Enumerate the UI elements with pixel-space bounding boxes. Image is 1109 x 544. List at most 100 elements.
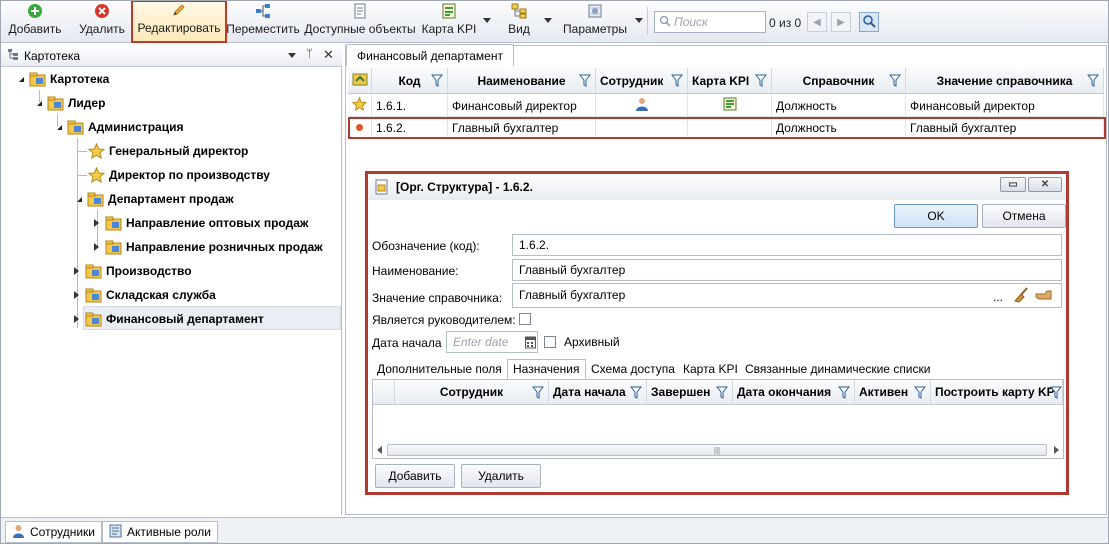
sub-grid-corner[interactable] bbox=[373, 380, 395, 405]
view-dropdown-icon[interactable] bbox=[544, 18, 552, 23]
table-cell-name[interactable]: Финансовый директор bbox=[448, 95, 596, 117]
column-header-employee[interactable]: Сотрудник bbox=[395, 380, 549, 405]
close-icon[interactable]: ✕ bbox=[323, 47, 334, 63]
tree-item-finance-department[interactable]: Финансовый департамент bbox=[71, 308, 264, 330]
filter-icon[interactable] bbox=[531, 386, 545, 399]
broom-icon[interactable] bbox=[1013, 287, 1031, 306]
expand-arrow-icon[interactable] bbox=[71, 314, 81, 324]
tree-item-warehouse[interactable]: Складская служба bbox=[71, 284, 216, 306]
column-header-employee[interactable]: Сотрудник bbox=[596, 68, 688, 94]
tree-item-general-director[interactable]: Генеральный директор bbox=[87, 140, 248, 162]
expand-arrow-icon[interactable] bbox=[91, 242, 101, 252]
tree-item-sales-department[interactable]: Департамент продаж bbox=[73, 188, 234, 210]
column-header-end-date[interactable]: Дата окончания bbox=[733, 380, 855, 405]
kpi-map-button[interactable]: Карта KPI bbox=[421, 3, 477, 39]
panel-menu-icon[interactable] bbox=[288, 53, 296, 58]
hand-pointer-icon[interactable] bbox=[1035, 288, 1053, 305]
delete-button[interactable]: Удалить bbox=[76, 3, 128, 39]
tab-kpi-map[interactable]: Карта KPI bbox=[678, 359, 743, 379]
archived-checkbox[interactable] bbox=[544, 336, 556, 348]
filter-icon[interactable] bbox=[913, 386, 927, 399]
filter-icon[interactable] bbox=[715, 386, 729, 399]
name-field[interactable]: Главный бухгалтер bbox=[512, 259, 1062, 281]
filter-icon[interactable] bbox=[888, 74, 902, 87]
pin-icon[interactable]: ᛘ bbox=[306, 48, 313, 60]
ref-ellipsis-button[interactable]: ... bbox=[993, 290, 1003, 304]
cancel-button[interactable]: Отмена bbox=[982, 204, 1066, 228]
add-assignment-button[interactable]: Добавить bbox=[375, 464, 455, 488]
add-button[interactable]: Добавить bbox=[7, 3, 63, 39]
dialog-title-bar[interactable]: [Орг. Структура] - 1.6.2. ▭ ✕ bbox=[368, 174, 1066, 200]
params-button[interactable]: Параметры bbox=[561, 3, 629, 39]
column-header-code[interactable]: Код bbox=[372, 68, 448, 94]
grid-corner[interactable] bbox=[348, 68, 372, 94]
table-cell-reference-value[interactable]: Финансовый директор bbox=[906, 95, 1104, 117]
expand-arrow-icon[interactable] bbox=[71, 266, 81, 276]
expand-arrow-icon[interactable] bbox=[91, 218, 101, 228]
tab-assignments[interactable]: Назначения bbox=[507, 359, 586, 379]
tab-linked-dynamic-lists[interactable]: Связанные динамические списки bbox=[740, 359, 935, 379]
tree-item-production[interactable]: Производство bbox=[71, 260, 192, 282]
next-result-button[interactable]: ▶ bbox=[831, 12, 851, 32]
table-cell-code[interactable]: 1.6.1. bbox=[372, 95, 448, 117]
tab-access-scheme[interactable]: Схема доступа bbox=[586, 359, 680, 379]
tree-item-leader[interactable]: Лидер bbox=[33, 92, 105, 114]
move-button[interactable]: Переместить bbox=[226, 3, 300, 39]
tab-additional-fields[interactable]: Дополнительные поля bbox=[372, 359, 507, 379]
column-header-kpi-map[interactable]: Карта KPI bbox=[688, 68, 772, 94]
is-head-checkbox[interactable] bbox=[519, 313, 531, 325]
collapse-arrow-icon[interactable] bbox=[73, 194, 83, 204]
search-button[interactable] bbox=[859, 12, 879, 32]
collapse-arrow-icon[interactable] bbox=[53, 122, 63, 132]
tree-item-kartoteka[interactable]: Картотека bbox=[15, 68, 109, 90]
tab-active-roles[interactable]: Активные роли bbox=[102, 521, 219, 543]
view-button[interactable]: Вид bbox=[501, 3, 537, 39]
ref-value-field[interactable]: Главный бухгалтер ... bbox=[512, 283, 1062, 308]
code-field[interactable]: 1.6.2. bbox=[512, 234, 1062, 256]
filter-icon[interactable] bbox=[754, 74, 768, 87]
collapse-arrow-icon[interactable] bbox=[15, 74, 25, 84]
ok-button[interactable]: OK bbox=[894, 204, 978, 228]
edit-button[interactable]: Редактировать bbox=[131, 1, 227, 43]
column-header-start-date[interactable]: Дата начала bbox=[549, 380, 647, 405]
tree-item-wholesale[interactable]: Направление оптовых продаж bbox=[91, 212, 308, 234]
tree-item-administration[interactable]: Администрация bbox=[53, 116, 183, 138]
tab-finance-department[interactable]: Финансовый департамент bbox=[346, 44, 514, 66]
column-header-name[interactable]: Наименование bbox=[448, 68, 596, 94]
available-objects-button[interactable]: Доступные объекты bbox=[303, 3, 417, 39]
filter-icon[interactable] bbox=[1086, 74, 1100, 87]
table-cell-employee[interactable] bbox=[596, 95, 688, 117]
start-date-field[interactable]: Enter date bbox=[446, 331, 538, 353]
filter-icon[interactable] bbox=[430, 74, 444, 87]
kpi-map-dropdown-icon[interactable] bbox=[483, 18, 491, 23]
params-dropdown-icon[interactable] bbox=[635, 18, 643, 23]
tab-employees[interactable]: Сотрудники bbox=[5, 521, 102, 543]
table-cell-kpi-map[interactable] bbox=[688, 95, 772, 117]
column-header-reference-value[interactable]: Значение справочника bbox=[906, 68, 1104, 94]
collapse-arrow-icon[interactable] bbox=[33, 98, 43, 108]
tree-item-retail[interactable]: Направление розничных продаж bbox=[91, 236, 323, 258]
filter-icon[interactable] bbox=[578, 74, 592, 87]
dialog-close-button[interactable]: ✕ bbox=[1028, 177, 1062, 192]
filter-icon[interactable] bbox=[629, 386, 643, 399]
filter-icon[interactable] bbox=[1049, 386, 1062, 399]
scroll-left-icon[interactable] bbox=[377, 446, 382, 454]
column-header-build-kpi[interactable]: Построить карту KPI bbox=[931, 380, 1063, 405]
scroll-right-icon[interactable] bbox=[1054, 446, 1059, 454]
column-header-active[interactable]: Активен bbox=[855, 380, 931, 405]
calendar-icon[interactable] bbox=[525, 335, 536, 352]
table-cell-reference[interactable]: Должность bbox=[772, 95, 906, 117]
delete-assignment-button[interactable]: Удалить bbox=[461, 464, 541, 488]
filter-icon[interactable] bbox=[670, 74, 684, 87]
tree-item-production-director[interactable]: Директор по производству bbox=[87, 164, 270, 186]
scrollbar-thumb[interactable]: ||| bbox=[387, 444, 1047, 456]
column-header-completed[interactable]: Завершен bbox=[647, 380, 733, 405]
prev-result-button[interactable]: ◀ bbox=[807, 12, 827, 32]
column-header-reference[interactable]: Справочник bbox=[772, 68, 906, 94]
row-indicator[interactable] bbox=[348, 95, 372, 117]
horizontal-scrollbar[interactable]: ||| bbox=[373, 442, 1063, 458]
restore-button[interactable]: ▭ bbox=[1000, 177, 1026, 192]
search-input[interactable]: Поиск bbox=[654, 11, 766, 33]
expand-arrow-icon[interactable] bbox=[71, 290, 81, 300]
filter-icon[interactable] bbox=[837, 386, 851, 399]
